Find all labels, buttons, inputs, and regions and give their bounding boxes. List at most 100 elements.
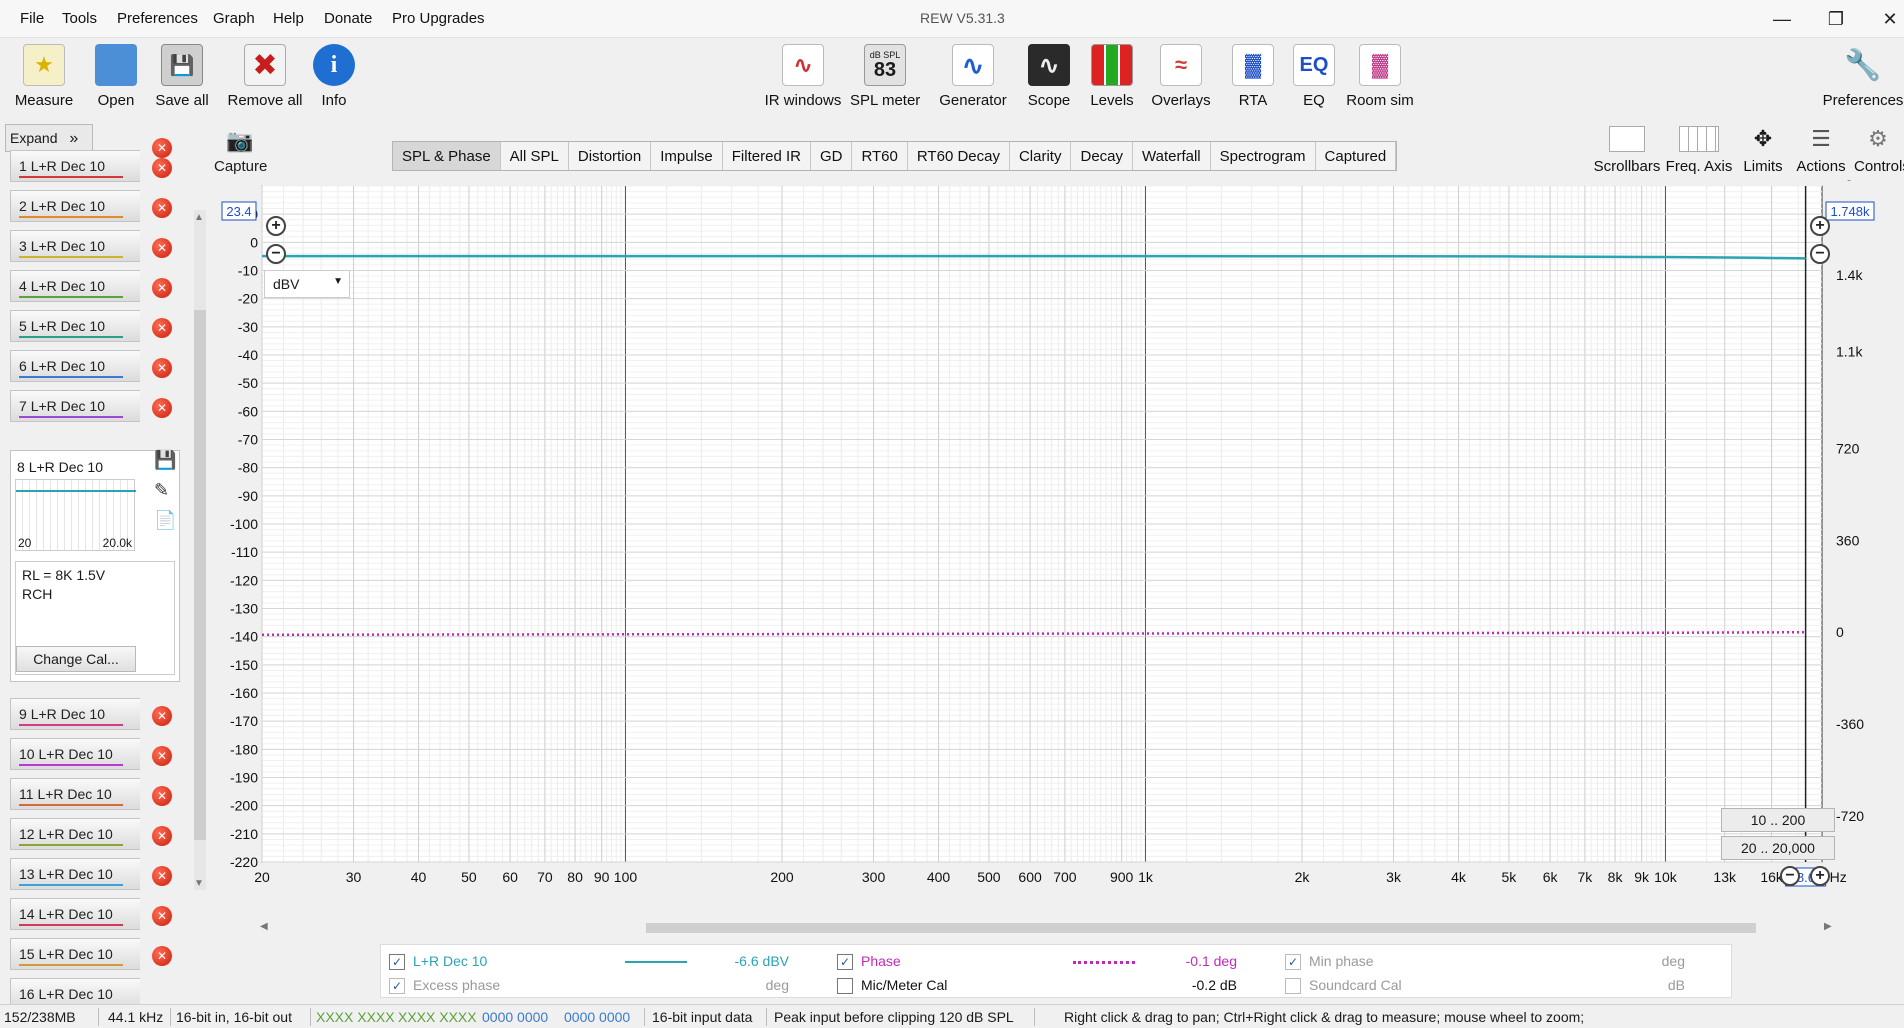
remove-measurement-close-icon[interactable]: ✕	[152, 706, 172, 726]
menu-file[interactable]: File	[20, 10, 44, 27]
measurement-tab[interactable]: 7 L+R Dec 10	[10, 390, 140, 422]
measurement-tab[interactable]: 1 L+R Dec 10	[10, 150, 140, 182]
zoom-in-x-icon[interactable]: +	[1810, 866, 1830, 886]
eq-button[interactable]: EQ EQ	[1292, 44, 1336, 109]
zoom-in-y-left-icon[interactable]: +	[266, 216, 286, 236]
generator-button[interactable]: ∿ Generator	[934, 44, 1012, 109]
edit-pencil-icon[interactable]: ✎	[154, 480, 169, 501]
measurement-tab[interactable]: 2 L+R Dec 10	[10, 190, 140, 222]
remove-measurement-close-icon[interactable]: ✕	[152, 278, 172, 298]
open-button[interactable]: Open	[88, 44, 144, 109]
spl-phase-graph[interactable]: 20 30 40 50 60 70 80 90 100 200 300 400 500 600 700 900…	[206, 180, 1904, 940]
remove-measurement-close-icon[interactable]: ✕	[152, 318, 172, 338]
close-window-icon[interactable]: ✕	[1870, 6, 1904, 32]
scroll-up-icon[interactable]: ▲	[194, 212, 204, 223]
graph-tab[interactable]: Captured	[1316, 142, 1397, 170]
graph-tab[interactable]: Decay	[1071, 142, 1134, 170]
scrollbars-button[interactable]: Scrollbars	[1592, 126, 1662, 175]
scroll-right-icon[interactable]: ▶	[1824, 921, 1832, 932]
graph-tab[interactable]: Distortion	[569, 142, 652, 170]
change-cal-button[interactable]: Change Cal...	[16, 646, 136, 672]
freq-axis-button[interactable]: Freq. Axis	[1664, 126, 1734, 175]
graph-tab[interactable]: RT60	[852, 142, 908, 170]
menu-preferences[interactable]: Preferences	[117, 10, 198, 27]
overlays-button[interactable]: ≈ Overlays	[1150, 44, 1212, 109]
zoom-out-y-right-icon[interactable]: −	[1810, 244, 1830, 264]
menu-graph[interactable]: Graph	[213, 10, 255, 27]
scroll-down-icon[interactable]: ▼	[194, 878, 204, 889]
graph-tab[interactable]: RT60 Decay	[908, 142, 1010, 170]
legend-checkbox[interactable]: ✓	[389, 978, 405, 994]
measure-button[interactable]: ★ Measure	[12, 44, 76, 109]
measurement-tab[interactable]: 9 L+R Dec 10	[10, 698, 140, 730]
info-sheet-icon[interactable]: 📄	[154, 510, 176, 531]
measurement-tab[interactable]: 4 L+R Dec 10	[10, 270, 140, 302]
minimize-icon[interactable]: —	[1762, 6, 1802, 32]
preferences-button[interactable]: 🔧 Preferences	[1822, 44, 1904, 110]
legend-checkbox[interactable]: ✓	[837, 954, 853, 970]
maximize-icon[interactable]: ❐	[1816, 6, 1856, 32]
remove-measurement-close-icon[interactable]: ✕	[152, 906, 172, 926]
remove-measurement-close-icon[interactable]: ✕	[152, 826, 172, 846]
graph-tab[interactable]: GD	[811, 142, 853, 170]
remove-measurement-close-icon[interactable]: ✕	[152, 398, 172, 418]
legend-checkbox[interactable]: ✓	[389, 954, 405, 970]
menu-donate[interactable]: Donate	[324, 10, 372, 27]
legend-checkbox[interactable]: ✓	[1285, 954, 1301, 970]
limits-button[interactable]: ✥ Limits	[1736, 126, 1790, 175]
room-sim-button[interactable]: ▓ Room sim	[1342, 44, 1418, 109]
levels-button[interactable]: Levels	[1086, 44, 1138, 109]
measurement-tab[interactable]: 10 L+R Dec 10	[10, 738, 140, 770]
remove-measurement-close-icon[interactable]: ✕	[152, 866, 172, 886]
remove-measurement-close-icon[interactable]: ✕	[152, 946, 172, 966]
graph-tab[interactable]: Spectrogram	[1211, 142, 1316, 170]
measurement-tab[interactable]: 5 L+R Dec 10	[10, 310, 140, 342]
measurement-tab[interactable]: 11 L+R Dec 10	[10, 778, 140, 810]
graph-tab[interactable]: Filtered IR	[723, 142, 811, 170]
capture-button[interactable]: 📷 Capture	[214, 128, 267, 175]
info-button[interactable]: i Info	[312, 44, 356, 109]
range-10-200-button[interactable]: 10 .. 200	[1721, 808, 1835, 832]
zoom-out-x-icon[interactable]: −	[1780, 866, 1800, 886]
remove-measurement-close-icon[interactable]: ✕	[152, 746, 172, 766]
menu-pro-upgrades[interactable]: Pro Upgrades	[392, 10, 485, 27]
remove-measurement-close-icon[interactable]: ✕	[152, 198, 172, 218]
scroll-left-icon[interactable]: ◀	[260, 921, 268, 932]
panel-scrollbar-thumb[interactable]	[194, 310, 206, 840]
rta-button[interactable]: ▓ RTA	[1230, 44, 1276, 109]
measurement-tab[interactable]: 13 L+R Dec 10	[10, 858, 140, 890]
ir-windows-button[interactable]: ∿ IR windows	[762, 44, 844, 109]
remove-measurement-close-icon[interactable]: ✕	[152, 158, 172, 178]
legend-checkbox[interactable]	[837, 978, 853, 994]
measurement-tab[interactable]: 14 L+R Dec 10	[10, 898, 140, 930]
controls-button[interactable]: ⚙ Controls	[1852, 126, 1904, 175]
legend-checkbox[interactable]	[1285, 978, 1301, 994]
remove-all-button[interactable]: ✖ Remove all	[226, 44, 304, 109]
measurement-tab[interactable]: 6 L+R Dec 10	[10, 350, 140, 382]
selected-measurement-label[interactable]: 8 L+R Dec 10	[17, 459, 103, 475]
range-20-20000-button[interactable]: 20 .. 20,000	[1721, 836, 1835, 860]
measurement-tab[interactable]: 15 L+R Dec 10	[10, 938, 140, 970]
x-scrollbar-thumb[interactable]	[646, 923, 1756, 933]
scope-button[interactable]: ∿ Scope	[1026, 44, 1072, 109]
remove-measurement-close-icon[interactable]: ✕	[152, 358, 172, 378]
expand-button[interactable]: Expand »	[5, 124, 93, 152]
zoom-in-y-right-icon[interactable]: +	[1810, 216, 1830, 236]
remove-measurement-close-icon[interactable]: ✕	[152, 238, 172, 258]
menu-help[interactable]: Help	[273, 10, 304, 27]
measurement-tab[interactable]: 12 L+R Dec 10	[10, 818, 140, 850]
graph-tab[interactable]: Clarity	[1010, 142, 1072, 170]
unit-dropdown[interactable]: dBV ▼	[264, 270, 350, 298]
save-all-button[interactable]: 💾 Save all	[152, 44, 212, 109]
graph-tab[interactable]: SPL & Phase	[393, 142, 501, 170]
save-measurement-icon[interactable]: 💾	[154, 450, 176, 471]
x-scrollbar-track[interactable]	[266, 922, 1826, 934]
remove-measurement-close-icon[interactable]: ✕	[152, 138, 172, 158]
spl-meter-button[interactable]: dB SPL 83 SPL meter	[850, 44, 920, 109]
graph-tab[interactable]: All SPL	[501, 142, 569, 170]
menu-tools[interactable]: Tools	[62, 10, 97, 27]
graph-tab[interactable]: Impulse	[651, 142, 723, 170]
zoom-out-y-left-icon[interactable]: −	[266, 244, 286, 264]
actions-button[interactable]: ☰ Actions	[1792, 126, 1850, 175]
measurement-tab[interactable]: 3 L+R Dec 10	[10, 230, 140, 262]
